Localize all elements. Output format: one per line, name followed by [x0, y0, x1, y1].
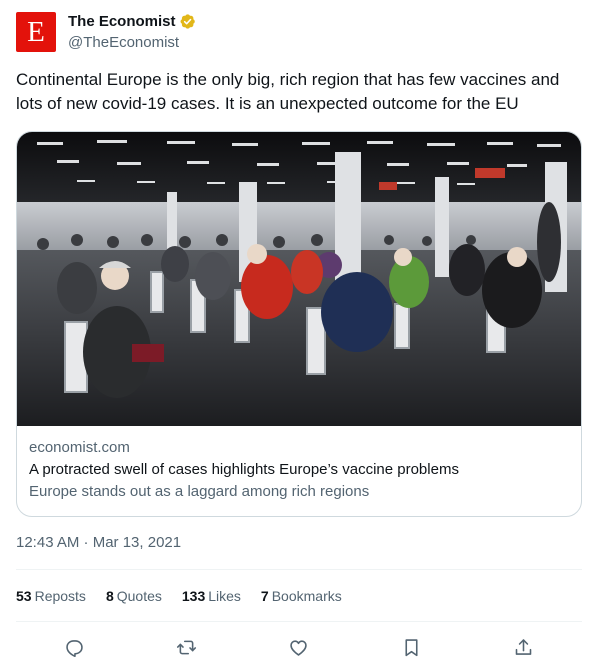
bookmarks-stat[interactable]: 7 Bookmarks: [261, 586, 342, 606]
author-handle[interactable]: @TheEconomist: [68, 33, 196, 52]
divider: [16, 621, 582, 622]
author-names: The Economist @TheEconomist: [68, 12, 196, 52]
avatar-letter: E: [27, 15, 45, 48]
reposts-stat[interactable]: 53 Reposts: [16, 586, 86, 606]
tweet-header: E The Economist @TheEconomist: [16, 12, 196, 52]
reposts-label: Reposts: [34, 588, 86, 604]
like-icon: [289, 639, 307, 656]
card-meta: economist.com A protracted swell of case…: [17, 426, 581, 502]
likes-count: 133: [181, 588, 206, 604]
tweet-timestamp[interactable]: 12:43 AM · Mar 13, 2021: [16, 533, 181, 553]
tweet-text: Continental Europe is the only big, rich…: [16, 70, 560, 113]
verified-badge-icon[interactable]: [179, 13, 196, 30]
card-domain: economist.com: [29, 439, 130, 456]
action-bar: [16, 632, 582, 662]
display-name-row: The Economist: [68, 12, 196, 31]
quotes-stat[interactable]: 8 Quotes: [106, 586, 162, 606]
card-title[interactable]: A protracted swell of cases highlights E…: [29, 460, 569, 480]
divider: [16, 569, 582, 570]
quotes-label: Quotes: [116, 588, 162, 604]
quotes-count: 8: [105, 588, 114, 604]
repost-icon: [176, 640, 196, 654]
likes-stat[interactable]: 133 Likes: [182, 586, 241, 606]
share-icon: [515, 638, 531, 655]
avatar[interactable]: E: [16, 12, 56, 52]
engagement-stats: 53 Reposts 8 Quotes 133 Likes 7 Bookmarks: [16, 586, 362, 606]
link-card[interactable]: economist.com A protracted swell of case…: [16, 131, 582, 517]
bookmarks-count: 7: [260, 588, 269, 604]
reply-button[interactable]: [59, 632, 89, 662]
bookmarks-label: Bookmarks: [271, 588, 342, 604]
reposts-count: 53: [16, 588, 32, 604]
display-name[interactable]: The Economist: [68, 12, 176, 31]
repost-button[interactable]: [171, 632, 201, 662]
card-image: [17, 132, 581, 426]
like-button[interactable]: [283, 632, 313, 662]
bookmark-icon: [404, 638, 418, 656]
likes-label: Likes: [208, 588, 241, 604]
bookmark-button[interactable]: [396, 632, 426, 662]
share-button[interactable]: [508, 632, 538, 662]
card-description: Europe stands out as a laggard among ric…: [29, 483, 370, 500]
reply-icon: [65, 639, 83, 657]
